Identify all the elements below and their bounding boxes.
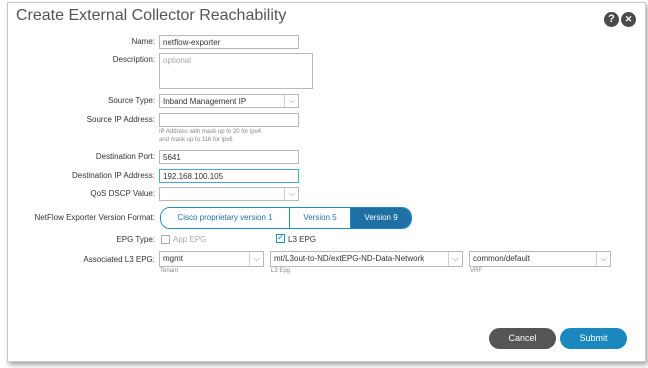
netflow-version-option-cisco-v1[interactable]: Cisco proprietary version 1 — [161, 208, 290, 228]
l3-epg-label: L3 EPG — [288, 235, 317, 244]
netflow-version-segmented-control: Cisco proprietary version 1 Version 5 Ve… — [160, 207, 412, 229]
chevron-down-icon: ⌵ — [284, 95, 298, 107]
chevron-down-icon: ⌵ — [284, 188, 298, 200]
destination-ip-label: Destination IP Address: — [71, 171, 155, 180]
chevron-down-icon: ⌵ — [596, 252, 610, 266]
source-type-label: Source Type: — [108, 96, 155, 105]
tenant-value: mgmt — [163, 254, 183, 263]
dialog-title: Create External Collector Reachability — [16, 7, 287, 24]
source-type-value: Inband Management IP — [163, 97, 247, 106]
vrf-sublabel: VRF — [470, 268, 482, 274]
chevron-down-icon: ⌵ — [448, 252, 462, 266]
tenant-select[interactable]: mgmt ⌵ — [159, 251, 264, 267]
chevron-down-icon: ⌵ — [249, 252, 263, 266]
source-ip-helper: IP Address with mask up to 20 for ipv4 a… — [159, 129, 261, 143]
l3-epg-select[interactable]: mt/L3out-to-ND/extEPG-ND-Data-Network ⌵ — [270, 251, 463, 267]
description-placeholder: optional — [163, 56, 192, 65]
app-epg-checkbox[interactable] — [161, 235, 170, 244]
netflow-version-option-v5[interactable]: Version 5 — [290, 208, 351, 228]
vrf-select[interactable]: common/default ⌵ — [469, 251, 611, 267]
create-external-collector-dialog: Create External Collector Reachability ?… — [7, 2, 646, 362]
destination-port-input[interactable]: 5641 — [159, 150, 299, 164]
qos-dscp-label: QoS DSCP Value: — [90, 189, 155, 198]
source-type-select[interactable]: Inband Management IP ⌵ — [159, 94, 299, 108]
tenant-sublabel: Tenant — [160, 268, 179, 274]
app-epg-label: App EPG — [173, 235, 207, 244]
qos-dscp-select[interactable]: ⌵ — [159, 187, 299, 201]
submit-button[interactable]: Submit — [560, 328, 627, 349]
netflow-version-option-v9[interactable]: Version 9 — [351, 208, 411, 228]
name-label: Name: — [131, 37, 155, 46]
destination-ip-input[interactable]: 192.168.100.105 — [159, 169, 299, 183]
help-icon[interactable]: ? — [604, 12, 619, 27]
source-ip-label: Source IP Address: — [86, 115, 155, 124]
destination-port-label: Destination Port: — [95, 152, 155, 161]
netflow-version-label: NetFlow Exporter Version Format: — [34, 213, 155, 222]
l3-epg-checkbox[interactable] — [276, 232, 285, 243]
close-icon[interactable]: ✕ — [621, 12, 636, 27]
cancel-button[interactable]: Cancel — [489, 328, 556, 349]
description-label: Description: — [112, 55, 155, 64]
epg-type-label: EPG Type: — [116, 235, 155, 244]
l3-epg-sublabel: L3 Epg — [271, 268, 291, 274]
vrf-value: common/default — [473, 254, 530, 263]
description-textarea[interactable]: optional — [159, 53, 313, 89]
l3-epg-value: mt/L3out-to-ND/extEPG-ND-Data-Network — [274, 254, 425, 263]
source-ip-input[interactable] — [159, 113, 299, 127]
associated-l3-epg-label: Associated L3 EPG: — [83, 255, 155, 264]
name-input[interactable]: netflow-exporter — [159, 35, 299, 49]
